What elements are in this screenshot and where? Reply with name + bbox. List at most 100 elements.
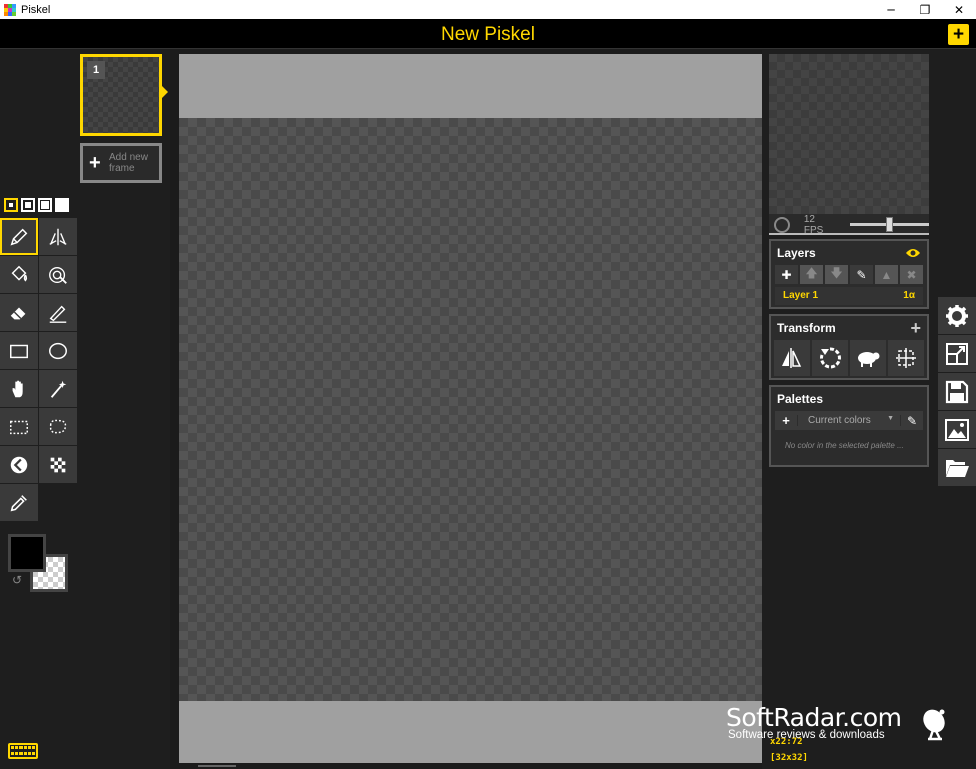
resize-button[interactable] (938, 335, 976, 372)
color-picker-tool[interactable] (0, 484, 38, 521)
stroke-tool[interactable] (39, 294, 77, 331)
rotate-icon (820, 347, 841, 369)
add-layer-button[interactable]: ✚ (775, 265, 798, 284)
edit-palette-button[interactable]: ✎ (901, 414, 923, 428)
app-header: New Piskel + (0, 19, 976, 49)
primary-color-swatch[interactable] (8, 534, 46, 572)
sheep-icon (858, 352, 880, 367)
swap-colors-icon[interactable]: ↺ (12, 573, 22, 587)
plus-icon: + (89, 151, 101, 174)
rectangle-tool[interactable] (0, 332, 38, 369)
add-frame-label: Add new frame (109, 152, 148, 174)
lasso-selection-tool[interactable] (39, 408, 77, 445)
eraser-icon (10, 307, 26, 319)
frame-thumbnail[interactable]: 1 (80, 54, 162, 136)
satellite-dish-icon (923, 709, 945, 741)
add-palette-button[interactable]: + (775, 413, 797, 428)
settings-button[interactable] (938, 297, 976, 334)
drawing-canvas[interactable] (179, 118, 762, 701)
eye-icon[interactable] (905, 247, 921, 259)
hand-icon (12, 380, 23, 397)
palettes-panel: Palettes + Current colors ▼ ✎ No color i… (769, 385, 929, 467)
keyboard-shortcuts-icon[interactable] (8, 743, 38, 759)
rectangle-icon (10, 344, 28, 358)
pen-size-4[interactable] (55, 198, 69, 212)
close-button[interactable]: ✕ (942, 0, 976, 19)
stroke-pen-icon (49, 305, 67, 323)
chevron-down-icon: ▼ (887, 415, 894, 422)
eyedropper-icon (10, 494, 27, 511)
animation-preview[interactable] (769, 54, 929, 214)
vertical-mirror-pen-tool[interactable] (39, 218, 77, 255)
move-layer-up-button[interactable]: 🡅 (800, 265, 823, 284)
checker-icon (50, 457, 66, 472)
scrollbar[interactable] (198, 765, 236, 767)
tool-grid (0, 218, 78, 521)
layer-item[interactable]: Layer 1 1α (775, 287, 923, 305)
pencil-icon (10, 228, 28, 245)
move-tool[interactable] (0, 370, 38, 407)
layer-name: Layer 1 (783, 290, 819, 301)
pen-size-selector (4, 198, 69, 212)
palette-empty-message: No color in the selected palette ... (785, 441, 904, 450)
lasso-icon (49, 419, 67, 433)
side-action-bar (938, 297, 976, 486)
canvas-size-label: [32x32] (770, 753, 808, 763)
rotate-button[interactable] (812, 340, 848, 376)
lighten-tool[interactable] (0, 446, 38, 483)
flip-button[interactable] (774, 340, 810, 376)
paint-bucket-tool[interactable] (0, 256, 38, 293)
center-button[interactable] (888, 340, 924, 376)
gear-icon (946, 304, 968, 327)
paint-same-pixels-tool[interactable] (39, 256, 77, 293)
fps-bar: 12 FPS (769, 214, 929, 236)
eraser-tool[interactable] (0, 294, 38, 331)
preview-divider (769, 233, 929, 235)
magic-wand-icon (50, 380, 67, 398)
pen-size-3[interactable] (38, 198, 52, 212)
shape-selection-tool[interactable] (39, 370, 77, 407)
add-frame-button[interactable]: + Add new frame (80, 143, 162, 183)
folder-open-icon (946, 459, 969, 477)
import-button[interactable] (938, 449, 976, 486)
merge-layer-button[interactable]: ▲ (875, 265, 898, 284)
lighten-icon (10, 456, 28, 473)
pen-size-2[interactable] (21, 198, 35, 212)
floppy-disk-icon (945, 380, 969, 403)
clone-button[interactable] (850, 340, 886, 376)
rectangle-selection-tool[interactable] (0, 408, 38, 445)
circle-tool[interactable] (39, 332, 77, 369)
image-icon (945, 418, 969, 441)
export-button[interactable] (938, 411, 976, 448)
watermark: SoftRadar.com Software reviews & downloa… (726, 703, 956, 747)
window-controls: ─ ❐ ✕ (874, 0, 976, 19)
piskel-name[interactable]: New Piskel (0, 24, 976, 46)
minimize-button[interactable]: ─ (874, 0, 908, 19)
onion-skin-icon[interactable] (774, 216, 790, 233)
move-layer-down-button[interactable]: 🡇 (825, 265, 848, 284)
dithering-tool[interactable] (39, 446, 77, 483)
layer-opacity[interactable]: 1α (903, 290, 915, 302)
pen-tool[interactable] (0, 218, 38, 255)
circle-icon (49, 342, 67, 359)
window-title: Piskel (21, 3, 51, 16)
pen-size-1[interactable] (4, 198, 18, 212)
save-button[interactable] (938, 373, 976, 410)
palette-select[interactable]: Current colors ▼ (797, 415, 901, 426)
edit-layer-button[interactable]: ✎ (850, 265, 873, 284)
palette-toolbar: + Current colors ▼ ✎ (775, 411, 923, 430)
palettes-title: Palettes (777, 392, 824, 406)
layers-title: Layers (777, 246, 816, 260)
flip-icon (782, 348, 802, 368)
mirror-pen-icon (49, 228, 67, 245)
fps-slider-handle[interactable] (885, 217, 893, 232)
new-piskel-button[interactable]: + (948, 24, 969, 45)
transform-add-icon[interactable]: + (910, 318, 921, 339)
paint-bucket-icon (11, 265, 28, 282)
restore-button[interactable]: ❐ (908, 0, 942, 19)
fps-slider[interactable] (849, 217, 929, 232)
layers-panel: Layers ✚ 🡅 🡇 ✎ ▲ ✖ Layer 1 1α (769, 239, 929, 309)
delete-layer-button[interactable]: ✖ (900, 265, 923, 284)
frame-number: 1 (87, 61, 105, 79)
resize-icon (946, 342, 968, 365)
